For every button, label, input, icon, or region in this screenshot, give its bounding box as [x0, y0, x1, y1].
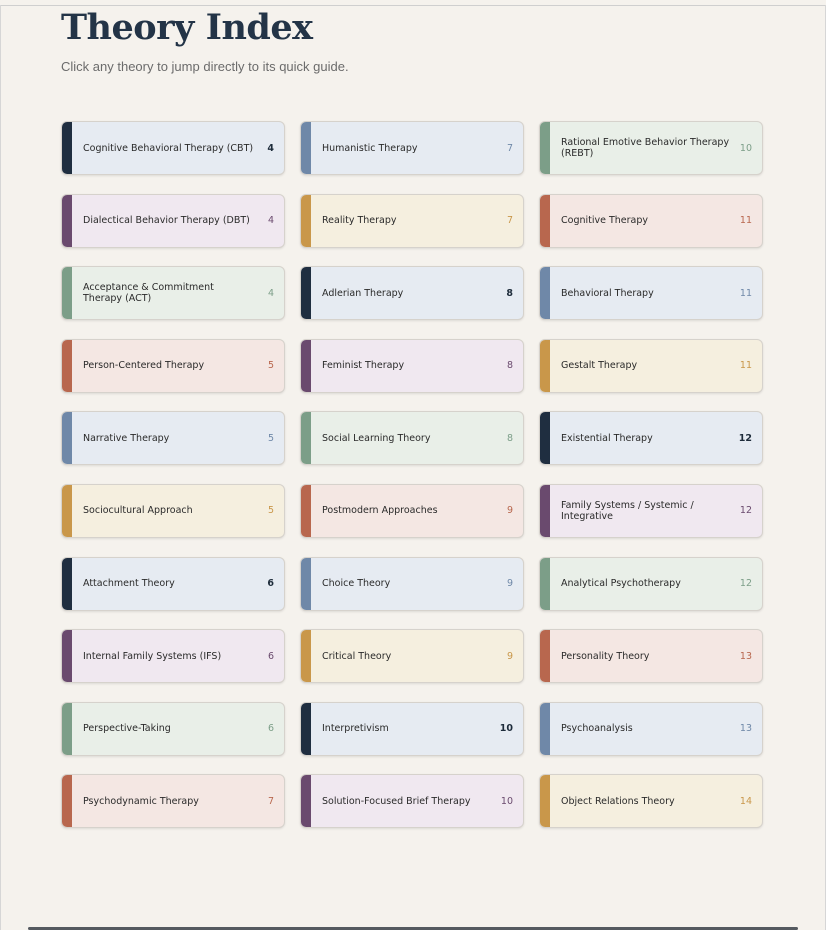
theory-card[interactable]: Cognitive Therapy 11 [539, 193, 763, 248]
theory-card[interactable]: Postmodern Approaches 9 [300, 483, 524, 538]
page-number: 4 [267, 215, 274, 227]
theory-name: Existential Therapy [561, 432, 653, 444]
theory-name: Dialectical Behavior Therapy (DBT) [83, 215, 250, 227]
page-number: 13 [739, 723, 752, 735]
theory-grid: Cognitive Behavioral Therapy (CBT) 4 Human… [61, 121, 763, 829]
page-number: 6 [267, 578, 274, 590]
theory-card[interactable]: Social Learning Theory 8 [300, 411, 524, 466]
theory-name: Postmodern Approaches [322, 505, 438, 517]
page-number: 8 [506, 360, 513, 372]
page-number: 14 [739, 795, 752, 807]
theory-name: Personality Theory [561, 650, 650, 662]
theory-name: Solution-Focused Brief Therapy [322, 795, 471, 807]
theory-card[interactable]: Person-Centered Therapy 5 [61, 338, 285, 393]
page-number: 11 [739, 215, 752, 227]
theory-name: Gestalt Therapy [561, 360, 638, 372]
theory-name: Sociocultural Approach [83, 505, 193, 517]
page-number: 13 [739, 650, 752, 662]
theory-card[interactable]: Analytical Psychotherapy 12 [539, 556, 763, 611]
theory-name: Feminist Therapy [322, 360, 405, 372]
page-number: 7 [506, 215, 513, 227]
theory-card[interactable]: Perspective-Taking 6 [61, 701, 285, 756]
theory-card[interactable]: Humanistic Therapy 7 [300, 121, 524, 175]
page-number: 7 [267, 795, 274, 807]
page-number: 8 [506, 287, 513, 299]
page-number: 4 [267, 142, 274, 154]
page-title: Theory Index [61, 7, 313, 48]
theory-name: Object Relations Theory [561, 795, 675, 807]
page-number: 8 [506, 432, 513, 444]
theory-name: Social Learning Theory [322, 432, 431, 444]
theory-card[interactable]: Gestalt Therapy 11 [539, 338, 763, 393]
theory-name: Critical Theory [322, 650, 392, 662]
theory-name: Psychodynamic Therapy [83, 795, 199, 807]
theory-name: Rational Emotive Behavior Therapy (REBT) [561, 137, 730, 159]
theory-card[interactable]: Behavioral Therapy 11 [539, 266, 763, 321]
page-number: 6 [267, 650, 274, 662]
theory-card[interactable]: Internal Family Systems (IFS) 6 [61, 629, 285, 684]
theory-name: Cognitive Therapy [561, 215, 649, 227]
theory-card[interactable]: Adlerian Therapy 8 [300, 266, 524, 321]
theory-name: Narrative Therapy [83, 432, 170, 444]
theory-card[interactable]: Family Systems / Systemic / Integrative 1… [539, 483, 763, 538]
theory-name: Choice Theory [322, 578, 391, 590]
theory-name: Internal Family Systems (IFS) [83, 650, 222, 662]
theory-name: Cognitive Behavioral Therapy (CBT) [83, 142, 254, 154]
theory-name: Person-Centered Therapy [83, 360, 205, 372]
theory-name: Perspective-Taking [83, 723, 171, 735]
theory-card[interactable]: Choice Theory 9 [300, 556, 524, 611]
theory-card[interactable]: Dialectical Behavior Therapy (DBT) 4 [61, 193, 285, 248]
theory-card[interactable]: Narrative Therapy 5 [61, 411, 285, 466]
page-number: 10 [499, 723, 513, 735]
theory-card[interactable]: Solution-Focused Brief Therapy 10 [300, 774, 524, 829]
theory-card[interactable]: Rational Emotive Behavior Therapy (REBT)… [539, 121, 763, 175]
page-number: 12 [738, 432, 752, 444]
page-number: 12 [739, 578, 752, 590]
page-number: 4 [267, 287, 274, 299]
page-number: 5 [267, 432, 274, 444]
theory-card[interactable]: Personality Theory 13 [539, 629, 763, 684]
page-number: 9 [506, 650, 513, 662]
page-subtitle: Click any theory to jump directly to its… [61, 59, 349, 74]
theory-name: Psychoanalysis [561, 723, 633, 735]
page-number: 9 [506, 505, 513, 517]
page-number: 5 [267, 505, 274, 517]
page-number: 7 [506, 142, 513, 154]
theory-name: Reality Therapy [322, 215, 397, 227]
theory-card[interactable]: Existential Therapy 12 [539, 411, 763, 466]
theory-name: Analytical Psychotherapy [561, 578, 681, 590]
page-number: 11 [739, 287, 752, 299]
theory-card[interactable]: Sociocultural Approach 5 [61, 483, 285, 538]
theory-card[interactable]: Critical Theory 9 [300, 629, 524, 684]
theory-name: Interpretivism [322, 723, 389, 735]
theory-card[interactable]: Cognitive Behavioral Therapy (CBT) 4 [61, 121, 285, 175]
page-number: 10 [739, 142, 752, 154]
page-number: 6 [267, 723, 274, 735]
theory-card[interactable]: Psychoanalysis 13 [539, 701, 763, 756]
left-border [0, 5, 1, 930]
theory-name: Acceptance & Commitment Therapy (ACT) [83, 282, 214, 305]
theory-card[interactable]: Psychodynamic Therapy 7 [61, 774, 285, 829]
theory-card[interactable]: Reality Therapy 7 [300, 193, 524, 248]
page-number: 5 [267, 360, 274, 372]
theory-name: Humanistic Therapy [322, 142, 418, 154]
theory-card[interactable]: Feminist Therapy 8 [300, 338, 524, 393]
theory-name: Adlerian Therapy [322, 287, 404, 299]
theory-card[interactable]: Interpretivism 10 [300, 701, 524, 756]
theory-card[interactable]: Object Relations Theory 14 [539, 774, 763, 829]
theory-name: Family Systems / Systemic / Integrative [561, 499, 694, 522]
page-number: 12 [739, 505, 752, 517]
theory-name: Behavioral Therapy [561, 287, 654, 299]
theory-card[interactable]: Attachment Theory 6 [61, 556, 285, 611]
page-number: 11 [739, 360, 752, 372]
page-number: 9 [506, 578, 513, 590]
theory-card[interactable]: Acceptance & Commitment Therapy (ACT) 4 [61, 266, 285, 321]
page-number: 10 [500, 795, 513, 807]
theory-name: Attachment Theory [83, 578, 175, 590]
